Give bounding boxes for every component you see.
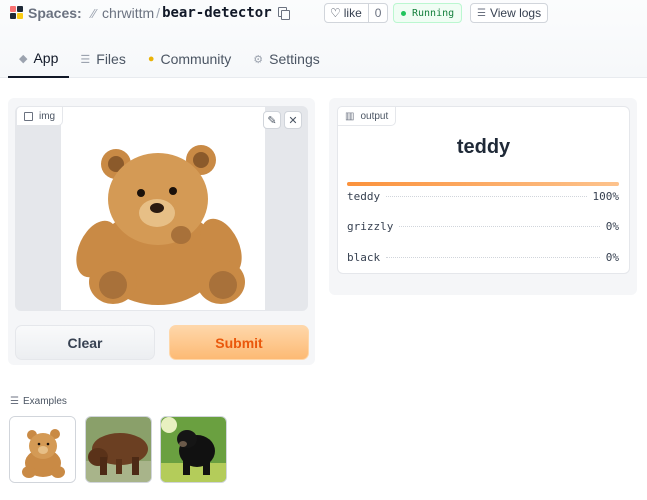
owner-avatar-icon: ⁄⁄ [91, 5, 97, 21]
tab-app[interactable]: ◆ App [8, 40, 70, 78]
heart-icon: ♡ [330, 6, 341, 20]
copy-icon[interactable] [277, 7, 290, 20]
confidence-label: teddy [347, 190, 381, 203]
clear-button[interactable]: Clear [15, 325, 155, 360]
confidence-row: grizzly 0% [347, 220, 619, 236]
breadcrumb: Spaces: ⁄⁄ chrwittm / bear-detector [10, 4, 290, 22]
example-black[interactable] [160, 416, 227, 483]
tab-community[interactable]: ● Community [137, 40, 242, 78]
dotted-leader [386, 196, 587, 197]
view-logs-label: View logs [489, 6, 542, 20]
tab-files[interactable]: ☰ Files [69, 40, 136, 78]
confidence-label: grizzly [347, 220, 394, 233]
space-tabs: ◆ App ☰ Files ● Community ⚙ Settings [8, 40, 331, 78]
tab-community-label: Community [160, 51, 232, 67]
like-count: 0 [367, 4, 388, 22]
image-icon [24, 111, 33, 121]
like-button[interactable]: ♡ like 0 [324, 3, 389, 23]
chart-icon: ▥ [345, 110, 355, 122]
output-label-text: output [360, 110, 389, 122]
logs-icon: ☰ [477, 7, 486, 19]
clear-image-button[interactable]: ✕ [284, 111, 302, 129]
view-logs-button[interactable]: ☰ View logs [470, 3, 549, 23]
teddy-bear-image [10, 417, 75, 482]
confidence-value: 100% [592, 190, 620, 203]
like-label: like [343, 6, 362, 20]
close-icon: ✕ [288, 114, 298, 127]
output-block-label: ▥ output [337, 106, 397, 126]
tab-settings-label: Settings [269, 51, 320, 67]
status-dot-icon [401, 10, 406, 16]
confidence-value: 0% [605, 251, 619, 264]
black-bear-image [161, 417, 226, 482]
list-icon: ☰ [10, 396, 19, 407]
hf-logo-icon [10, 6, 24, 20]
tab-app-label: App [33, 50, 59, 66]
grizzly-bear-image [86, 417, 151, 482]
spaces-link[interactable]: Spaces: [28, 5, 82, 21]
image-label-text: img [39, 110, 56, 122]
community-icon: ● [147, 53, 155, 65]
pencil-icon: ✎ [267, 114, 277, 127]
dotted-leader [386, 257, 600, 258]
tab-settings[interactable]: ⚙ Settings [242, 40, 330, 78]
submit-button[interactable]: Submit [169, 325, 309, 360]
edit-image-button[interactable]: ✎ [263, 111, 281, 129]
image-input[interactable] [15, 106, 308, 311]
files-icon: ☰ [80, 53, 91, 66]
uploaded-image [61, 107, 265, 310]
confidence-row: black 0% [347, 251, 619, 267]
gear-icon: ⚙ [253, 53, 264, 66]
status-label: Running [412, 7, 455, 19]
confidence-bar [347, 182, 619, 186]
owner-link[interactable]: chrwittm [102, 5, 154, 21]
status-badge: Running [393, 3, 463, 23]
confidence-bar-fill [347, 182, 619, 186]
confidence-label: black [347, 251, 381, 264]
tab-files-label: Files [96, 51, 126, 67]
image-block-label: img [16, 106, 64, 126]
teddy-bear-icon [76, 145, 245, 305]
example-teddy[interactable] [9, 416, 76, 483]
examples-heading: ☰ Examples [10, 396, 67, 407]
confidence-value: 0% [605, 220, 619, 233]
predicted-label: teddy [456, 136, 511, 158]
cube-icon: ◆ [19, 52, 28, 65]
examples-label-text: Examples [22, 396, 67, 407]
repo-link[interactable]: bear-detector [162, 5, 272, 21]
confidence-row: teddy 100% [347, 190, 619, 206]
breadcrumb-separator: / [156, 5, 161, 21]
space-header: Spaces: ⁄⁄ chrwittm / bear-detector ♡ lik… [0, 0, 647, 78]
dotted-leader [399, 226, 600, 227]
example-grizzly[interactable] [85, 416, 152, 483]
